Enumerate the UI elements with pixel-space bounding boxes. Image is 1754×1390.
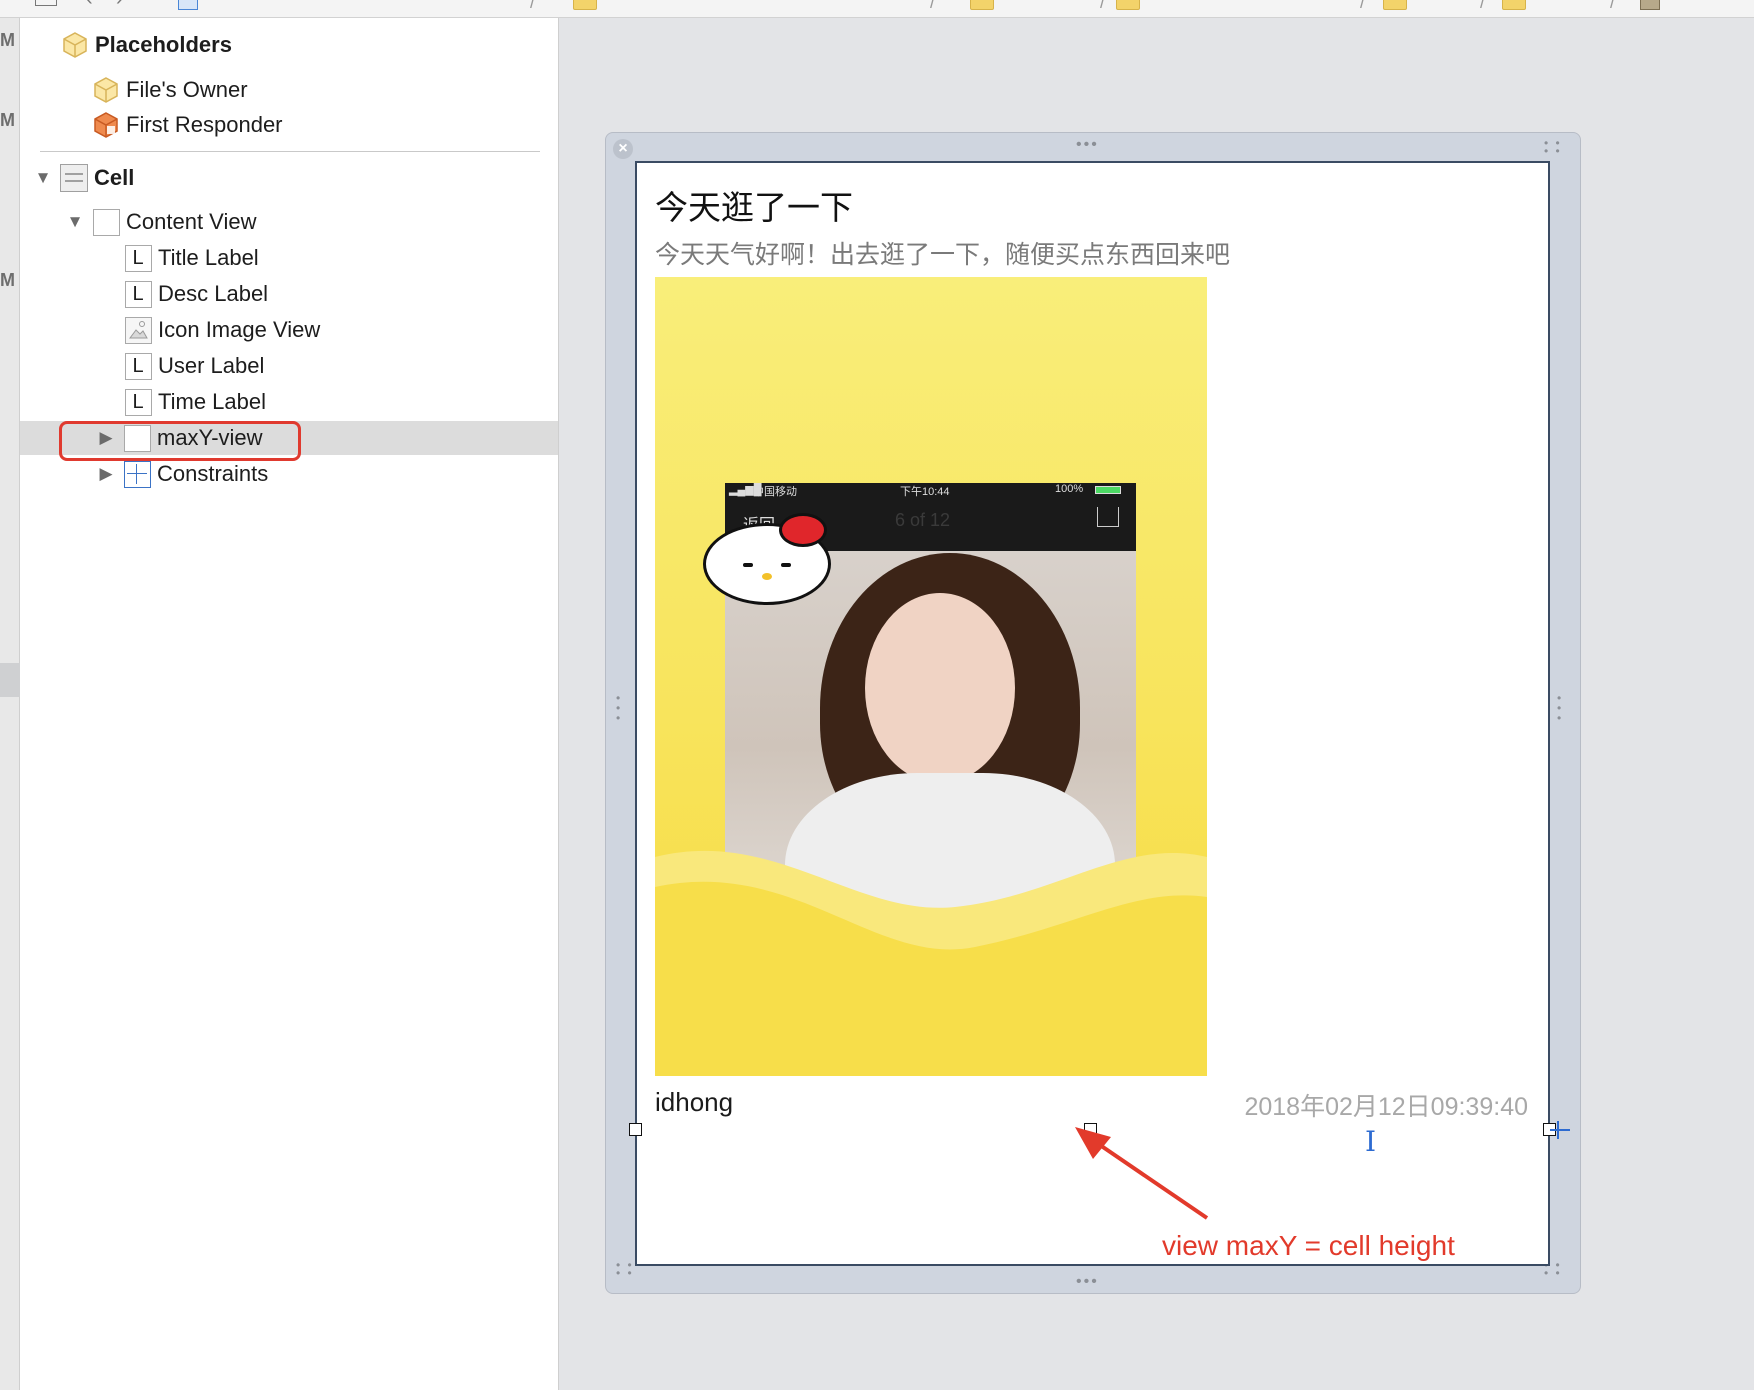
breadcrumb: ‹ › / / / / / / [0, 0, 1754, 18]
corner-dots-icon: • • • • [1544, 136, 1562, 158]
disclosure-triangle-down-icon[interactable]: ▼ [64, 211, 86, 233]
outline-divider [40, 151, 540, 152]
resize-handle-left[interactable] [629, 1123, 642, 1136]
phone-time: 下午10:44 [900, 486, 950, 498]
outline-files-owner[interactable]: File's Owner [92, 73, 248, 107]
left-strip-letter: M [0, 30, 15, 50]
outline-time-label[interactable]: L Time Label [124, 385, 266, 419]
hello-kitty-sticker-icon [703, 513, 833, 615]
left-pane-edge: M M M [0, 18, 20, 1390]
text-cursor-icon: I [1365, 1125, 1377, 1158]
corner-dots-icon: • • • • [616, 1258, 634, 1280]
side-dots-icon: • • • [1557, 691, 1564, 725]
outline-user-label[interactable]: L User Label [124, 349, 264, 383]
constraint-line-icon [1550, 1129, 1570, 1131]
constraints-icon [123, 460, 151, 488]
cell-preview[interactable]: 今天逛了一下 今天天气好啊！出去逛了一下，随便买点东西回来吧 ▂▄▆█ 中国移动… [629, 161, 1570, 1266]
cell-label: Cell [94, 165, 135, 190]
left-strip-letter: M [0, 270, 15, 290]
phone-battery-text: 100% [1055, 483, 1084, 495]
yellow-wave-shape [655, 850, 1207, 1076]
constraints-label: Constraints [157, 461, 269, 486]
phone-page-label: 6 of 12 [895, 510, 951, 530]
time-label-item: Time Label [158, 389, 267, 414]
user-label-item: User Label [158, 353, 265, 378]
drag-handle-icon[interactable]: ••• [1076, 137, 1099, 153]
share-icon [1097, 507, 1119, 527]
cube-icon [61, 31, 89, 59]
view-icon [92, 208, 120, 236]
maxy-view-highlight [59, 421, 301, 461]
close-icon[interactable]: × [613, 139, 633, 159]
annotation-text: view maxY = cell height [1162, 1230, 1455, 1261]
document-outline: Placeholders File's Owner First Responde… [20, 18, 559, 1390]
photo-face [865, 593, 1015, 783]
constraint-line-icon [1557, 1121, 1559, 1139]
disclosure-triangle-down-icon[interactable]: ▼ [32, 167, 54, 189]
label-icon: L [124, 388, 152, 416]
label-icon: L [124, 352, 152, 380]
table-cell-icon [60, 164, 88, 192]
placeholders-label: Placeholders [95, 32, 232, 57]
left-strip-selection [0, 663, 20, 697]
outline-title-label[interactable]: L Title Label [124, 241, 259, 275]
outline-desc-label[interactable]: L Desc Label [124, 277, 268, 311]
first-responder-cube-icon [92, 111, 120, 139]
icon-image-view-item: Icon Image View [158, 317, 321, 342]
outline-icon-image-view[interactable]: Icon Image View [124, 313, 320, 347]
title-label[interactable]: 今天逛了一下 [655, 181, 853, 229]
label-icon: L [124, 244, 152, 272]
outline-placeholders[interactable]: Placeholders [61, 28, 232, 62]
scene-container[interactable]: × ••• • • • • • • • • • • • • • • ••• • • • • 今… [605, 132, 1581, 1294]
side-dots-icon: • • • [616, 691, 623, 725]
label-icon: L [124, 280, 152, 308]
drag-handle-icon[interactable]: ••• [1076, 1274, 1099, 1290]
title-label-item: Title Label [158, 245, 259, 270]
left-strip-letter: M [0, 110, 15, 130]
arrow-icon [1075, 1127, 1209, 1220]
disclosure-triangle-right-icon[interactable]: ▶ [95, 463, 117, 485]
desc-label[interactable]: 今天天气好啊！出去逛了一下，随便买点东西回来吧 [655, 235, 1230, 271]
files-owner-label: File's Owner [126, 77, 248, 102]
outline-content-view[interactable]: ▼ Content View [64, 205, 256, 239]
image-view-icon [124, 316, 152, 344]
cube-icon [92, 76, 120, 104]
desc-label-item: Desc Label [158, 281, 269, 306]
time-label[interactable]: 2018年02月12日09:39:40 [1244, 1087, 1528, 1123]
outline-cell[interactable]: ▼ Cell [32, 161, 134, 195]
user-label[interactable]: idhong [655, 1087, 733, 1118]
icon-image-view[interactable]: ▂▄▆█ 中国移动 下午10:44 100% 返回 6 of 12 [655, 277, 1207, 1076]
content-view-label: Content View [126, 209, 257, 234]
interface-builder-canvas[interactable]: × ••• • • • • • • • • • • • • • • ••• • • • • 今… [560, 18, 1754, 1390]
first-responder-label: First Responder [126, 112, 283, 137]
phone-battery-icon [1095, 486, 1121, 494]
outline-first-responder[interactable]: First Responder [92, 108, 283, 142]
outline-constraints[interactable]: ▶ Constraints [95, 457, 268, 491]
phone-carrier: 中国移动 [753, 486, 797, 498]
